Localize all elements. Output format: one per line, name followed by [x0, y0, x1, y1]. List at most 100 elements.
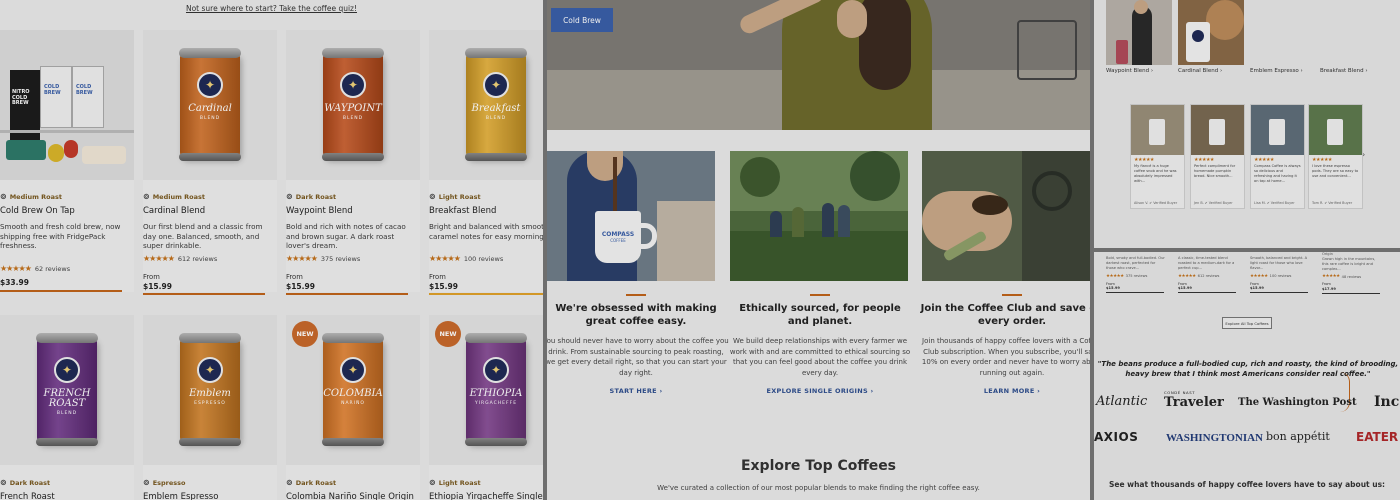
price-from-label: From: [286, 273, 303, 281]
mini-review-count[interactable]: 375 reviews: [1126, 274, 1148, 278]
testimonials-heading: See what thousands of happy coffee lover…: [1108, 480, 1386, 489]
review-card[interactable]: ★★★★★ Compass Coffee is always so delicio…: [1250, 104, 1305, 209]
coffee-can-image: ✦ COLOMBIA NARIÑO: [322, 333, 384, 446]
review-stars-icon: ★★★★★: [1312, 157, 1332, 163]
review-card[interactable]: ★★★★★ My fiancé is a huge coffee snob and…: [1130, 104, 1185, 209]
product-name[interactable]: Breakfast Blend: [429, 206, 496, 216]
roast-label: Medium Roast: [152, 192, 205, 201]
hero-image: [547, 0, 1090, 130]
coffee-farm-image: [730, 151, 908, 281]
product-image[interactable]: ✦ ETHIOPIA YIRGACHEFFE NEW: [429, 315, 543, 465]
product-name[interactable]: Cardinal Blend: [143, 206, 205, 216]
review-count[interactable]: 62 reviews: [35, 265, 70, 273]
product-image[interactable]: ✦ Emblem ESPRESSO: [143, 315, 277, 465]
logo-inc: Inc.: [1374, 394, 1400, 410]
review-card[interactable]: ★★★★★ I love these espresso pods. They ar…: [1308, 104, 1363, 209]
review-photo[interactable]: [1191, 105, 1244, 155]
coffee-can-image: ✦ WAYPOINT BLEND: [322, 48, 384, 161]
can-label: Cardinal: [188, 103, 232, 114]
instagram-photo-1[interactable]: [1106, 0, 1172, 65]
cold-brew-box-label: COLD BREW: [44, 84, 61, 96]
mini-product-card[interactable]: Bold, smoky and full-bodied. Our darkest…: [1106, 256, 1166, 294]
product-image[interactable]: ✦ COLOMBIA NARIÑO NEW: [286, 315, 420, 465]
coffee-can-image: ✦ Emblem ESPRESSO: [179, 333, 241, 446]
bean-icon: ⊚: [143, 192, 150, 201]
product-name[interactable]: Ethiopia Yirgacheffe Single: [429, 492, 543, 500]
price-underline: [429, 293, 543, 295]
product-image[interactable]: ✦ FRENCH ROAST BLEND: [0, 315, 134, 465]
product-card[interactable]: ✦ FRENCH ROAST BLEND ⊚ Dark Roast French Roas…: [0, 315, 134, 500]
pouring-coffee-image: COMPASS COFFEE: [547, 151, 715, 281]
mission-link[interactable]: START HERE ›: [547, 387, 729, 395]
product-description: Bright and balanced with smooth caramel …: [429, 222, 543, 241]
mission-body: We build deep relationships with every f…: [729, 337, 911, 377]
explore-top-coffees-subtitle: We've curated a collection of our most p…: [657, 484, 980, 492]
product-name[interactable]: French Roast: [0, 492, 55, 500]
review-text: Perfect compliment for homemade pumpkin …: [1194, 164, 1236, 178]
mini-product-card[interactable]: Origin Grown high in the mountains, this …: [1322, 252, 1382, 294]
instagram-photo-2[interactable]: [1178, 0, 1244, 65]
cold-brew-button[interactable]: Cold Brew: [551, 8, 613, 32]
mission-link[interactable]: LEARN MORE ›: [919, 387, 1090, 395]
product-card[interactable]: ✦ COLOMBIA NARIÑO NEW ⊚ Dark Roast Colombia Na…: [286, 315, 420, 500]
product-image[interactable]: ✦ Breakfast BLEND: [429, 30, 543, 180]
product-name[interactable]: Emblem Espresso: [143, 492, 218, 500]
mini-review-count[interactable]: 100 reviews: [1270, 274, 1292, 278]
mini-card-description: A classic, time-tested blend roasted to …: [1178, 256, 1235, 270]
mini-price: From $15.99: [1178, 282, 1238, 291]
can-sublabel: NARIÑO: [341, 401, 365, 406]
mini-price-value: $15.99: [1178, 285, 1192, 290]
product-image[interactable]: NITRO COLD BREW COLD BREW COLD BREW: [0, 30, 134, 180]
mini-price-value: $17.99: [1322, 286, 1336, 291]
product-name[interactable]: Cold Brew On Tap: [0, 206, 75, 216]
ig-label-waypoint[interactable]: Waypoint Blend ›: [1106, 68, 1153, 74]
mini-product-card[interactable]: Smooth, balanced and bright. A light roa…: [1250, 256, 1310, 294]
bean-icon: ⊚: [286, 478, 293, 487]
can-sublabel: BLEND: [56, 411, 78, 416]
star-rating-icon: ★★★★★: [1250, 273, 1268, 279]
mini-review-count[interactable]: 612 reviews: [1198, 274, 1220, 278]
review-count[interactable]: 100 reviews: [464, 255, 503, 263]
review-photo[interactable]: [1309, 105, 1362, 155]
price-underline: [0, 290, 122, 292]
product-card[interactable]: NITRO COLD BREW COLD BREW COLD BREW ⊚ Medium…: [0, 30, 134, 292]
product-price: $15.99: [429, 282, 458, 291]
reviewer-name: Lisa M. ✔ Verified Buyer: [1254, 201, 1295, 205]
roast-label: Espresso: [152, 478, 186, 487]
ig-label-breakfast[interactable]: Breakfast Blend ›: [1320, 68, 1368, 74]
ig-label-cardinal[interactable]: Cardinal Blend ›: [1178, 68, 1222, 74]
explore-all-top-coffees-button[interactable]: Explore All Top Coffees: [1222, 317, 1272, 329]
compass-logo-icon: ✦: [54, 357, 80, 383]
star-rating-icon: ★★★★★: [1178, 273, 1196, 279]
coffee-quiz-link[interactable]: Not sure where to start? Take the coffee…: [0, 4, 543, 13]
ig-label-emblem[interactable]: Emblem Espresso ›: [1250, 68, 1303, 74]
product-card[interactable]: ✦ Breakfast BLEND ⊚ Light Roast Breakfast Ble…: [429, 30, 543, 295]
price-underline: [1250, 292, 1308, 294]
product-name[interactable]: Waypoint Blend: [286, 206, 353, 216]
review-photo[interactable]: [1251, 105, 1304, 155]
product-image[interactable]: ✦ Cardinal BLEND: [143, 30, 277, 180]
review-count[interactable]: 612 reviews: [178, 255, 217, 263]
price-from-label: From: [143, 273, 160, 281]
logo-eater: EATER: [1356, 430, 1399, 444]
product-rating: ★★★★★ 62 reviews: [0, 264, 70, 273]
press-quote: "The beans produce a full-bodied cup, ri…: [1097, 360, 1399, 378]
review-stars-icon: ★★★★★: [1254, 157, 1274, 163]
roast-label: Dark Roast: [295, 192, 337, 201]
roast-level: ⊚ Light Roast: [429, 478, 481, 487]
mission-link[interactable]: EXPLORE SINGLE ORIGINS ›: [727, 387, 913, 395]
product-card[interactable]: ✦ Cardinal BLEND ⊚ Medium Roast Cardinal Blen…: [143, 30, 277, 295]
mini-product-card[interactable]: A classic, time-tested blend roasted to …: [1178, 256, 1238, 294]
product-image[interactable]: ✦ WAYPOINT BLEND: [286, 30, 420, 180]
product-card[interactable]: ✦ WAYPOINT BLEND ⊚ Dark Roast Waypoint Blend B…: [286, 30, 420, 295]
review-count[interactable]: 375 reviews: [321, 255, 360, 263]
can-sublabel: BLEND: [485, 116, 507, 121]
review-card[interactable]: ★★★★★ Perfect compliment for homemade pum…: [1190, 104, 1245, 209]
product-card[interactable]: ✦ ETHIOPIA YIRGACHEFFE NEW ⊚ Light Roast Ethio…: [429, 315, 543, 500]
can-sublabel: BLEND: [342, 116, 364, 121]
product-name[interactable]: Colombia Nariño Single Origin: [286, 492, 414, 500]
product-card[interactable]: ✦ Emblem ESPRESSO ⊚ Espresso Emblem Espresso: [143, 315, 277, 500]
mini-card-rating: ★★★★★ 612 reviews: [1178, 274, 1238, 279]
mini-review-count[interactable]: 48 reviews: [1342, 275, 1361, 279]
review-photo[interactable]: [1131, 105, 1184, 155]
